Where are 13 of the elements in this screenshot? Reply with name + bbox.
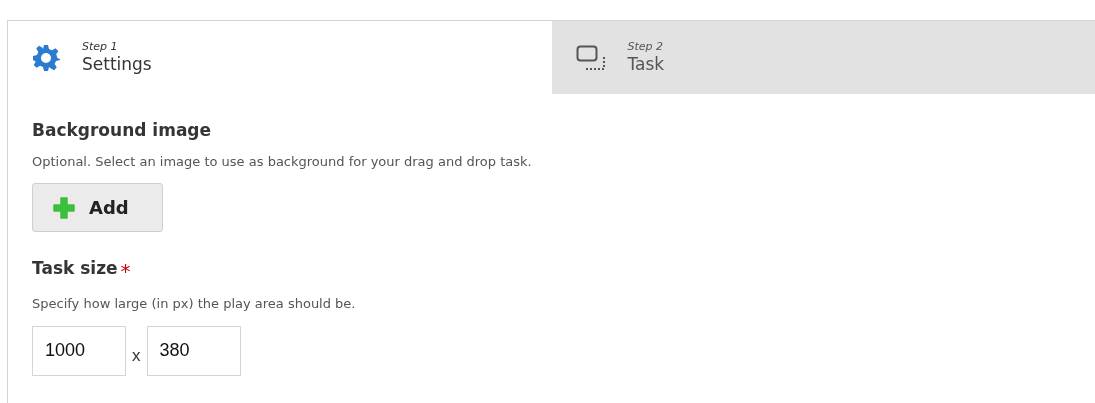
step-tab[interactable]: Step 2 Task [551,21,1095,94]
description: Specify how large (in px) the play area should be. [32,295,357,313]
section-title: Background image [32,119,213,142]
dragged-window-icon [575,44,606,71]
plus-icon [53,196,75,219]
height-field[interactable]: 380 [146,325,241,376]
required-asterisk: * [120,259,131,283]
width-field[interactable]: 1000 [32,325,126,376]
description: Optional. Select an image to use as background for your drag and drop task. [32,152,533,171]
add-button[interactable]: Add [32,183,163,232]
gear-icon [32,43,60,72]
section-title: Task size [32,257,118,280]
separator-text: x [132,344,141,367]
